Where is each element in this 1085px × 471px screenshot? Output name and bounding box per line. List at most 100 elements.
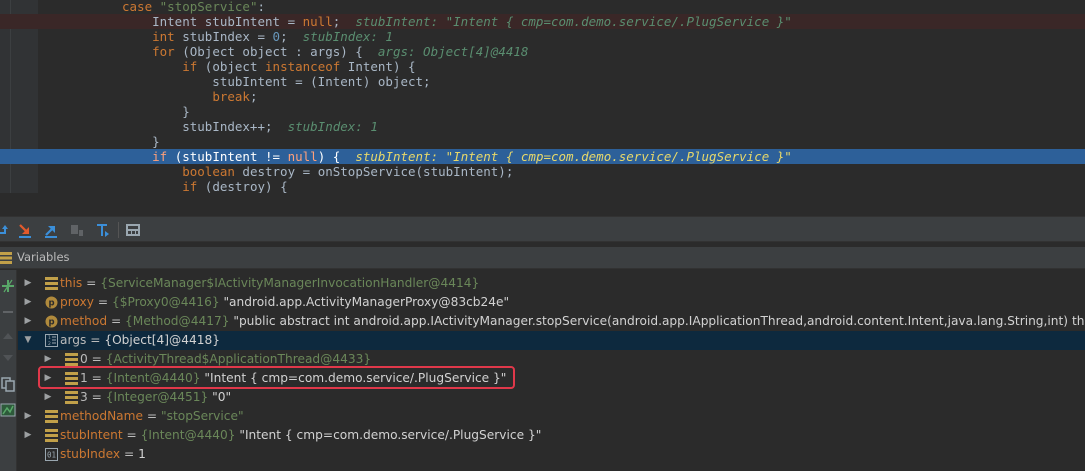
variable-name: methodName (60, 409, 144, 423)
code-line-text: break; (212, 89, 258, 104)
variable-text: proxy = {$Proxy0@4416} "android.app.Acti… (60, 293, 509, 312)
expand-arrow-icon[interactable]: ▶ (22, 426, 34, 445)
expand-arrow-icon[interactable]: ▶ (22, 293, 34, 312)
step-out-icon[interactable] (68, 221, 86, 239)
variable-row-method[interactable]: ▶ p method = {Method@4417} "public abstrac… (18, 312, 1085, 331)
code-line[interactable]: case "stopService": (0, 0, 1085, 14)
equals-sign: = (82, 276, 101, 290)
variable-type: {ActivityThread$ApplicationThread@4433} (105, 352, 372, 366)
step-into-icon[interactable] (16, 221, 34, 239)
variable-row-stubIntent[interactable]: ▶ stubIntent = {Intent@4440} "Intent { cm… (18, 426, 1085, 445)
variable-row-this[interactable]: ▶ this = {ServiceManager$IActivityManager… (18, 274, 1085, 293)
expand-arrow-icon[interactable]: ▶ (22, 312, 34, 331)
array-icon: 12 (45, 334, 58, 347)
primitive-icon: 01 (45, 448, 58, 461)
run-to-cursor-icon[interactable] (94, 221, 112, 239)
variable-value: 1 (138, 447, 146, 461)
code-line[interactable]: int stubIndex = 0; stubIndex: 1 (0, 29, 1085, 44)
code-line-text: } (122, 104, 190, 119)
variable-name: 3 (80, 390, 88, 404)
variable-name: args (60, 333, 87, 347)
code-line[interactable]: boolean destroy = onStopService(stubInte… (0, 164, 1085, 179)
variable-row-3[interactable]: ▶ 3 = {Integer@4451} "0" (18, 388, 1085, 407)
variable-name: method (60, 314, 108, 328)
toolbar-separator (118, 222, 119, 238)
code-editor[interactable]: case "stopService": Intent stubIntent = … (0, 0, 1085, 193)
equals-sign: = (107, 314, 126, 328)
equals-sign: = (94, 295, 112, 309)
step-over-icon[interactable] (0, 221, 14, 239)
variable-text: 3 = {Integer@4451} "0" (80, 388, 231, 407)
svg-text:1: 1 (48, 335, 51, 341)
copy-value-icon[interactable] (0, 376, 16, 392)
code-line-text: case "stopService": (122, 0, 266, 14)
variable-value: "0" (208, 390, 232, 404)
variable-text: stubIntent = {Intent@4440} "Intent { cmp… (60, 426, 541, 445)
code-line[interactable]: stubIntent = (Intent) object; (0, 74, 1085, 89)
variable-row-methodName[interactable]: ▶ methodName = "stopService" (18, 407, 1085, 426)
code-line[interactable]: break; (0, 89, 1085, 104)
svg-text:2: 2 (48, 341, 51, 347)
current-execution-line[interactable]: if (stubIntent != null) { stubIntent: "I… (0, 149, 1085, 164)
expand-arrow-icon[interactable]: ▶ (22, 274, 34, 293)
code-line[interactable]: } (0, 104, 1085, 119)
code-line[interactable]: if (destroy) { (0, 179, 1085, 193)
code-line-text: if (object instanceof Intent) { (182, 59, 416, 74)
variable-text: method = {Method@4417} "public abstract … (60, 312, 1084, 331)
code-line-text: if (destroy) { (182, 179, 288, 193)
svg-text:p: p (48, 318, 54, 328)
field-icon (65, 353, 78, 366)
collapse-arrow-icon[interactable]: ▼ (22, 331, 34, 350)
remove-watch-icon[interactable] (0, 304, 16, 320)
variable-text: methodName = "stopService" (60, 407, 244, 426)
code-line[interactable]: for (Object object : args) { args: Objec… (0, 44, 1085, 59)
variable-value: "Intent { cmp=com.demo.service/.PlugServ… (235, 428, 542, 442)
code-line-text: boolean destroy = onStopService(stubInte… (182, 164, 514, 179)
code-line[interactable]: Intent stubIntent = null; stubIntent: "I… (0, 14, 1085, 29)
variable-text: stubIndex = 1 (60, 445, 146, 464)
move-down-icon[interactable] (0, 350, 16, 366)
variable-value: "public abstract int android.app.IActivi… (229, 314, 1085, 328)
code-line-text: } (122, 134, 160, 149)
variable-name: stubIndex (60, 447, 121, 461)
variable-type: {Method@4417} (125, 314, 230, 328)
code-line[interactable]: stubIndex++; stubIndex: 1 (0, 119, 1085, 134)
variable-row-stubIndex[interactable]: 01 stubIndex = 1 (18, 445, 1085, 464)
move-up-icon[interactable] (0, 328, 16, 344)
parameter-icon: p (45, 296, 58, 309)
highlight-annotation-box (38, 366, 515, 389)
code-line[interactable]: } (0, 134, 1085, 149)
variable-name: stubIntent (60, 428, 123, 442)
field-icon (45, 429, 58, 442)
variable-name: proxy (60, 295, 94, 309)
variable-type: {Integer@4451} (105, 390, 209, 404)
parameter-icon: p (45, 315, 58, 328)
code-line-text: Intent stubIntent = null; stubIntent: "I… (122, 14, 792, 29)
show-watches-icon[interactable] (0, 402, 16, 418)
debugger-toolbar (0, 216, 1085, 242)
variables-panel-header: Variables (0, 247, 1085, 269)
evaluate-expression-icon[interactable] (124, 221, 142, 239)
variable-type: {ServiceManager$IActivityManagerInvocati… (100, 276, 480, 290)
equals-sign: = (86, 333, 105, 347)
code-line-text: if (stubIntent != null) { stubIntent: "I… (152, 149, 792, 164)
variable-value: "android.app.ActivityManagerProxy@83cb24… (219, 295, 510, 309)
variable-type: {$Proxy0@4416} (111, 295, 220, 309)
code-line[interactable]: if (object instanceof Intent) { (0, 59, 1085, 74)
force-step-into-icon[interactable] (42, 221, 60, 239)
variable-row-args[interactable]: ▼ 1 2 args = {Object[4]@4418} (18, 331, 1085, 350)
svg-text:01: 01 (47, 451, 56, 460)
code-line-text: for (Object object : args) { args: Objec… (152, 44, 529, 59)
variables-tree[interactable]: ▶ this = {ServiceManager$IActivityManager… (18, 270, 1085, 471)
variable-name: 0 (80, 352, 88, 366)
variable-row-proxy[interactable]: ▶ p proxy = {$Proxy0@4416} "android.app.Ac… (18, 293, 1085, 312)
variables-panel-title: Variables (17, 250, 70, 264)
equals-sign: = (120, 447, 139, 461)
field-icon (45, 410, 58, 423)
new-watch-icon[interactable] (0, 278, 16, 294)
expand-arrow-icon[interactable]: ▶ (42, 388, 54, 407)
expand-arrow-icon[interactable]: ▶ (22, 407, 34, 426)
variable-name: this (60, 276, 83, 290)
equals-sign: = (87, 390, 106, 404)
code-line-text: int stubIndex = 0; stubIndex: 1 (152, 29, 393, 44)
